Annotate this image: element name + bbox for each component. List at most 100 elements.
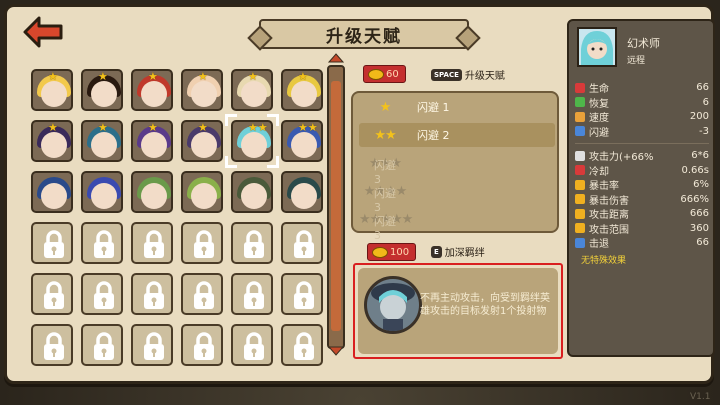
stat-name: 生命 [589, 84, 609, 95]
talent-level-label: 闪避 1 [417, 101, 450, 114]
star-icon: ★★ [298, 121, 318, 134]
stat-value: -3 [699, 125, 709, 137]
locked-hero-slot[interactable] [181, 222, 223, 264]
hero-portrait [577, 27, 617, 67]
back-arrow-icon[interactable] [21, 15, 65, 49]
lock-icon [294, 281, 314, 309]
scroll-down-icon[interactable] [328, 346, 344, 356]
bond-description: 不再主动攻击，向受到羁绊英雄攻击的目标发射1个投射物 [420, 293, 550, 317]
hero-slot[interactable]: ★ [31, 120, 73, 162]
locked-hero-slot[interactable] [131, 273, 173, 315]
hero-slot[interactable] [181, 171, 223, 213]
hero-slot[interactable]: ★★ [281, 120, 323, 162]
hero-slot[interactable] [31, 171, 73, 213]
locked-hero-slot[interactable] [231, 273, 273, 315]
lock-icon [144, 332, 164, 360]
scroll-up-icon[interactable] [328, 53, 344, 63]
hero-face [141, 81, 167, 107]
stat-name: 冷却 [589, 166, 609, 178]
stat-value: 666 [689, 208, 709, 219]
hero-slot[interactable] [281, 171, 323, 213]
stat-row: 攻击力(+66% 6*6 [575, 149, 709, 163]
hero-slot[interactable]: ★ [281, 69, 323, 111]
stat-name: 攻击范围 [589, 224, 629, 236]
star-icon: ★ [48, 121, 58, 134]
lock-icon [144, 281, 164, 309]
hero-face [91, 132, 117, 158]
star-icon: ★ [379, 99, 392, 115]
locked-hero-slot[interactable] [81, 324, 123, 366]
locked-hero-slot[interactable] [281, 273, 323, 315]
stat-name: 闪避 [589, 127, 609, 139]
hero-slot[interactable] [131, 171, 173, 213]
scrollbar[interactable] [327, 65, 345, 349]
stat-value: 6% [693, 179, 709, 190]
lock-icon [244, 230, 264, 258]
stat-value: 66 [696, 237, 709, 248]
title-banner: 升级天赋 [259, 19, 469, 49]
locked-hero-slot[interactable] [231, 324, 273, 366]
star-icon: ★ [248, 70, 258, 83]
locked-hero-slot[interactable] [131, 324, 173, 366]
stat-name: 攻击距离 [589, 210, 629, 221]
hero-slot[interactable]: ★ [181, 69, 223, 111]
space-key-icon: SPACE [431, 68, 462, 81]
stat-row: 击退 66 [575, 236, 709, 250]
hero-slot[interactable] [231, 171, 273, 213]
hero-slot[interactable]: ★ [81, 69, 123, 111]
locked-hero-slot[interactable] [81, 273, 123, 315]
talent-level-label: 闪避 2 [417, 129, 450, 142]
stat-icon [575, 223, 585, 233]
hero-slot[interactable]: ★ [181, 120, 223, 162]
hero-slot[interactable]: ★ [81, 120, 123, 162]
locked-hero-slot[interactable] [31, 273, 73, 315]
lock-icon [194, 281, 214, 309]
talent-panel: 升级天赋 ★ ★ ★ ★ ★ ★ ★ ★ ★ ★ ★★ ★★ 60 SPACE … [4, 4, 715, 384]
talent-level-row: ★★ 闪避 2 [359, 123, 555, 147]
coin-icon [372, 247, 388, 258]
stat-row: 暴击伤害 666% [575, 193, 709, 207]
lock-icon [194, 332, 214, 360]
locked-hero-slot[interactable] [281, 324, 323, 366]
locked-hero-slot[interactable] [231, 222, 273, 264]
lock-icon [44, 230, 64, 258]
stat-value: 200 [689, 111, 709, 122]
upgrade-cost-badge: 60 [363, 65, 406, 83]
bond-effect-box: 不再主动攻击，向受到羁绊英雄攻击的目标发射1个投射物 [353, 263, 563, 359]
scroll-thumb[interactable] [331, 81, 341, 331]
lock-icon [244, 332, 264, 360]
hero-slot[interactable]: ★ [131, 69, 173, 111]
star-icon: ★ [98, 121, 108, 134]
hero-slot[interactable]: ★ [231, 69, 273, 111]
hero-slot[interactable]: ★ [131, 120, 173, 162]
lock-icon [94, 281, 114, 309]
locked-hero-slot[interactable] [131, 222, 173, 264]
locked-hero-slot[interactable] [281, 222, 323, 264]
upgrade-talent-label: 升级天赋 [464, 71, 505, 82]
stat-value: 6 [702, 96, 709, 108]
bond-hero-portrait [364, 276, 422, 334]
locked-hero-slot[interactable] [81, 222, 123, 264]
locked-hero-slot[interactable] [31, 324, 73, 366]
hero-face [241, 183, 267, 209]
hero-slot[interactable] [81, 171, 123, 213]
star-icon: ★ [198, 121, 208, 134]
hero-role: 远程 [627, 56, 646, 66]
deepen-bond-button[interactable]: E 加深羁绊 [431, 244, 485, 259]
stat-name: 击退 [589, 239, 609, 250]
hero-face [291, 81, 317, 107]
bond-effect-panel: 不再主动攻击，向受到羁绊英雄攻击的目标发射1个投射物 [358, 268, 558, 354]
stat-name: 恢复 [589, 98, 609, 110]
locked-hero-slot[interactable] [181, 324, 223, 366]
upgrade-talent-button[interactable]: SPACE 升级天赋 [431, 67, 505, 82]
hero-face [41, 183, 67, 209]
bond-cost-badge: 100 [367, 243, 417, 261]
locked-hero-slot[interactable] [31, 222, 73, 264]
talent-level-row: ★★★★★ 闪避 3 [359, 207, 555, 243]
locked-hero-slot[interactable] [181, 273, 223, 315]
hero-face [141, 183, 167, 209]
stat-name: 暴击率 [589, 181, 619, 192]
lock-icon [144, 230, 164, 258]
talent-level-label: 闪避 3 [374, 215, 396, 242]
hero-slot[interactable]: ★ [31, 69, 73, 111]
